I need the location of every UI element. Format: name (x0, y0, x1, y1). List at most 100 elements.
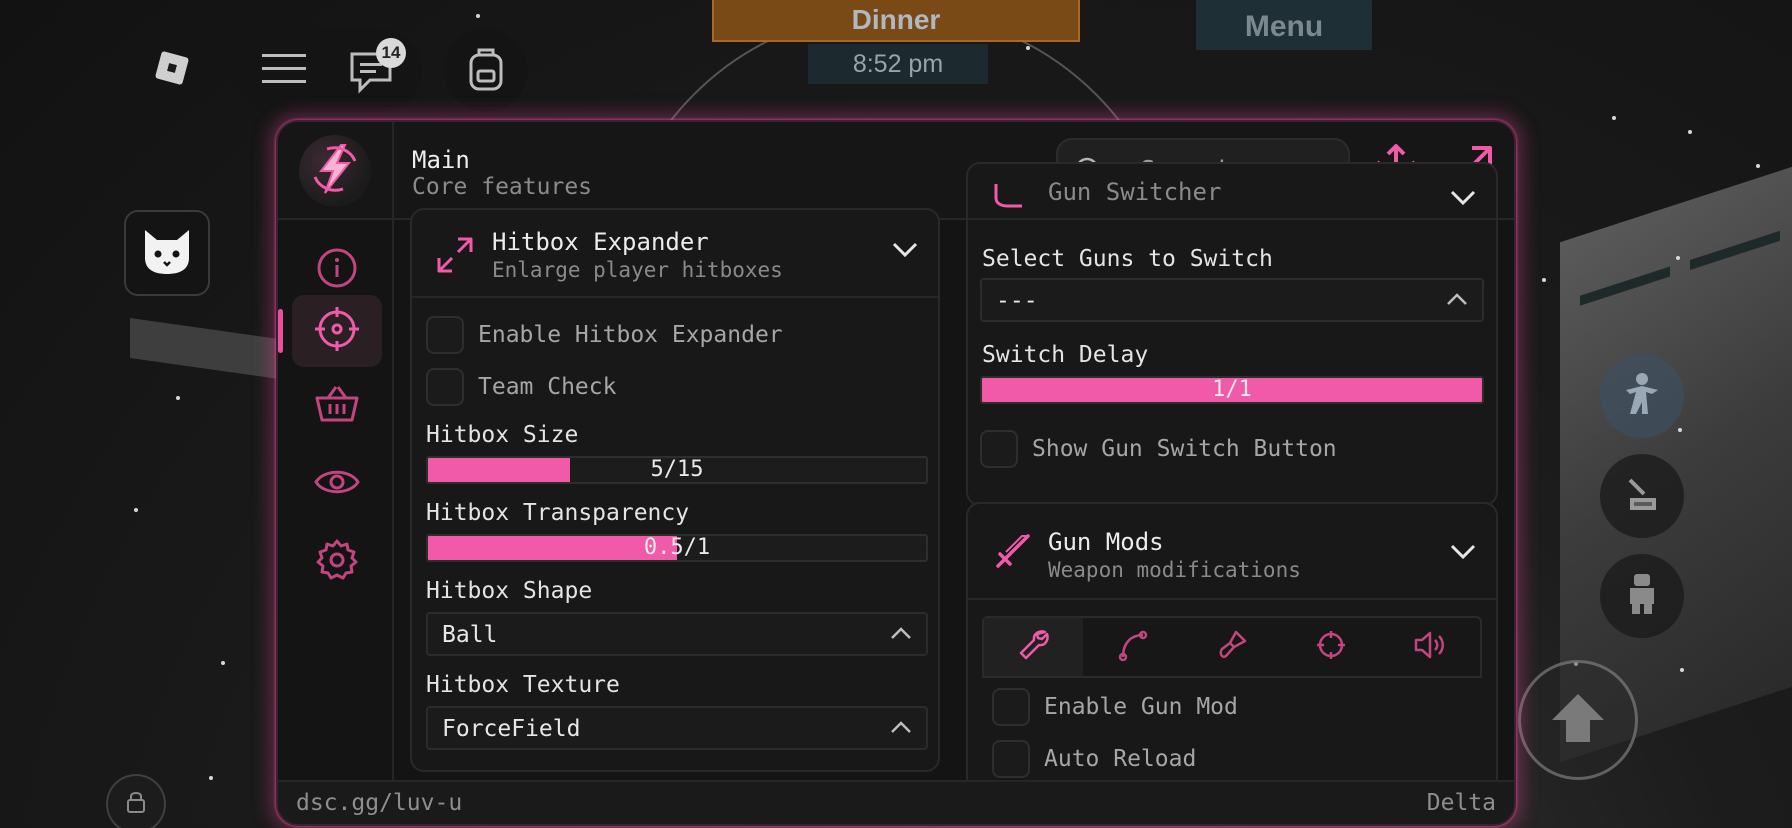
basket-icon (314, 384, 360, 428)
hitbox-shape-label: Hitbox Shape (426, 578, 593, 604)
lightning-logo-icon (307, 141, 363, 201)
gear-icon (315, 538, 359, 586)
tool-button[interactable] (1600, 454, 1684, 538)
select-guns-dropdown[interactable]: --- (980, 278, 1484, 322)
brush-icon (1216, 629, 1248, 665)
hitbox-size-slider[interactable]: 5/15 (426, 456, 928, 484)
hitbox-size-label: Hitbox Size (426, 422, 579, 448)
chevron-up-icon (890, 626, 912, 640)
hitbox-size-value: 5/15 (650, 457, 704, 482)
jump-button[interactable] (1518, 660, 1638, 780)
jump-icon (1548, 690, 1608, 750)
auto-reload-checkbox[interactable] (992, 740, 1030, 778)
star (134, 508, 138, 512)
roblox-menu-button[interactable] (130, 28, 214, 112)
roblox-toolbar: 14 (232, 28, 422, 112)
sidebar-nav (278, 220, 394, 786)
enable-gun-mod-row[interactable]: Enable Gun Mod (992, 688, 1238, 726)
backpack-icon (467, 45, 505, 95)
avatar-icon (1624, 572, 1660, 620)
shift-lock-button[interactable] (106, 774, 166, 828)
star (1676, 256, 1680, 260)
emote-button[interactable] (1600, 354, 1684, 438)
tab-skins[interactable] (1182, 618, 1281, 676)
sidebar-item-settings[interactable] (292, 526, 382, 598)
star (1026, 46, 1030, 50)
speaker-icon (1413, 630, 1447, 664)
enable-hitbox-row[interactable]: Enable Hitbox Expander (426, 316, 783, 354)
sidebar-item-visuals[interactable] (292, 448, 382, 520)
show-gun-switch-checkbox[interactable] (980, 430, 1018, 468)
backpack-button[interactable] (444, 28, 528, 112)
star (1678, 428, 1682, 432)
gun-switcher-card: Gun Switcher Select Guns to Switch --- S… (966, 162, 1498, 506)
gun-mods-header[interactable]: Gun Mods Weapon modifications (968, 504, 1496, 600)
dinner-sign: Dinner (712, 0, 1080, 42)
page-subtitle: Core features (412, 174, 593, 200)
gun-mods-title: Gun Mods (1048, 528, 1164, 556)
enable-hitbox-checkbox[interactable] (426, 316, 464, 354)
discord-link[interactable]: dsc.gg/luv-u (296, 790, 462, 816)
roblox-logo-icon (152, 48, 192, 92)
show-gun-switch-label: Show Gun Switch Button (1032, 436, 1337, 462)
hitbox-expander-title: Hitbox Expander (492, 228, 709, 256)
hitbox-transparency-slider[interactable]: 0.5/1 (426, 534, 928, 562)
menu-sign: Menu (1196, 0, 1372, 50)
chevron-down-icon[interactable] (1450, 190, 1476, 206)
gun-switcher-title: Gun Switcher (1048, 178, 1222, 206)
gun-mods-card: Gun Mods Weapon modifications Enable Gun… (966, 502, 1498, 792)
hitbox-transparency-value: 0.5/1 (643, 535, 711, 560)
auto-reload-row[interactable]: Auto Reload (992, 740, 1196, 778)
hamburger-icon[interactable] (262, 52, 306, 90)
tab-aim[interactable] (1282, 618, 1381, 676)
star (476, 14, 480, 18)
emote-icon (1622, 372, 1662, 420)
active-indicator (278, 309, 283, 353)
sidebar-item-combat[interactable] (292, 295, 382, 367)
team-check-label: Team Check (478, 374, 617, 400)
switch-delay-label: Switch Delay (982, 342, 1149, 368)
chevron-down-icon[interactable] (1450, 544, 1476, 560)
chevron-up-icon (1446, 292, 1468, 306)
expand-arrows-icon (436, 236, 474, 278)
team-check-row[interactable]: Team Check (426, 368, 616, 406)
gun-mods-subtitle: Weapon modifications (1048, 558, 1301, 582)
star (1542, 278, 1546, 282)
show-gun-switch-row[interactable]: Show Gun Switch Button (980, 430, 1337, 468)
lock-icon (125, 790, 147, 818)
star (209, 776, 213, 780)
cat-button[interactable] (124, 210, 210, 296)
star (1612, 116, 1616, 120)
gun-switcher-header[interactable]: Gun Switcher (968, 164, 1496, 220)
sword-icon (992, 532, 1032, 576)
chevron-down-icon[interactable] (892, 242, 918, 258)
team-check-checkbox[interactable] (426, 368, 464, 406)
bench (130, 318, 300, 382)
hitbox-texture-dropdown[interactable]: ForceField (426, 706, 928, 750)
select-guns-value: --- (996, 288, 1038, 314)
gun-mods-tabs (982, 616, 1482, 678)
eye-icon (314, 466, 360, 502)
sidebar-item-shop[interactable] (292, 370, 382, 442)
chat-badge: 14 (376, 38, 406, 68)
enable-gun-mod-checkbox[interactable] (992, 688, 1030, 726)
avatar-button[interactable] (1600, 554, 1684, 638)
switch-delay-slider[interactable]: 1/1 (980, 376, 1484, 404)
crosshair-icon (1315, 629, 1347, 665)
tab-sound[interactable] (1381, 618, 1480, 676)
tab-general[interactable] (984, 618, 1084, 676)
hitbox-expander-card: Hitbox Expander Enlarge player hitboxes … (410, 208, 940, 772)
gun-switch-icon (992, 180, 1026, 214)
tab-trajectory[interactable] (1083, 618, 1182, 676)
hitbox-shape-dropdown[interactable]: Ball (426, 612, 928, 656)
hook-icon (1117, 629, 1149, 665)
hitbox-texture-label: Hitbox Texture (426, 672, 620, 698)
hitbox-texture-value: ForceField (442, 716, 581, 742)
hitbox-expander-header[interactable]: Hitbox Expander Enlarge player hitboxes (412, 210, 938, 298)
hitbox-expander-subtitle: Enlarge player hitboxes (492, 258, 783, 282)
hitbox-transparency-label: Hitbox Transparency (426, 500, 690, 526)
info-icon (316, 247, 358, 293)
auto-reload-label: Auto Reload (1044, 746, 1197, 772)
select-guns-label: Select Guns to Switch (982, 246, 1273, 272)
star (221, 661, 225, 665)
